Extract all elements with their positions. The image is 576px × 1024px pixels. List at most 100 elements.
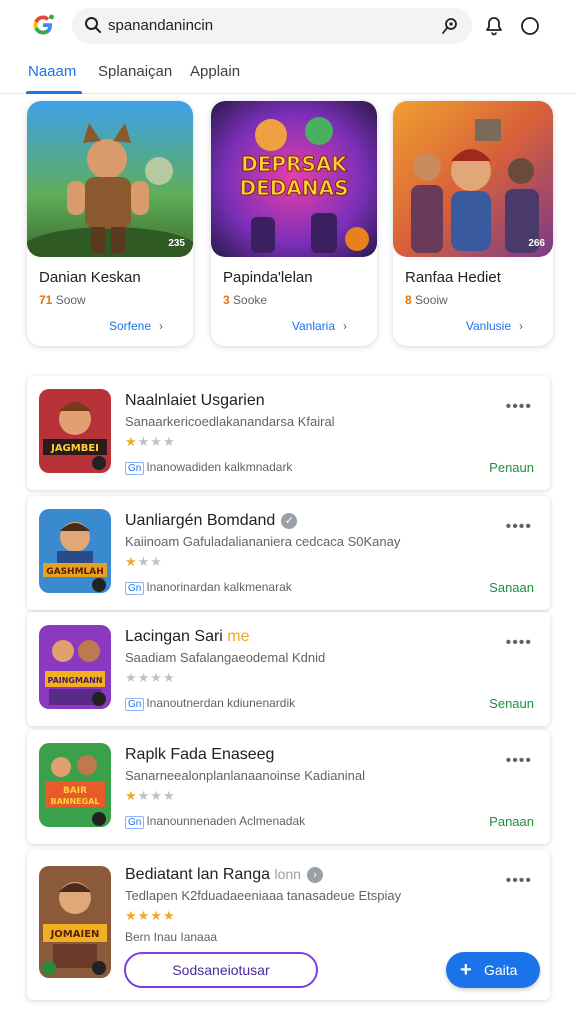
card-link[interactable]: Sorfene (109, 319, 151, 333)
more-options-icon[interactable]: •••• (506, 398, 532, 416)
card-meta-text: Soow (55, 293, 86, 307)
app-icon: GASHMLAH (39, 509, 111, 593)
app-tags: Gn Inanowadiden kalkmnadark (125, 460, 292, 475)
app-description: Tedlapen K2fduadaeeniaaa tanasadeue Etsp… (125, 888, 402, 903)
list-item[interactable]: BAIR BANNEGAL Raplk Fada Enaseeg Sanarnee… (27, 730, 550, 844)
notification-bell-icon[interactable] (484, 16, 504, 36)
app-name-text: Uanliargén Bomdand (125, 512, 276, 529)
top-bar: spanandanincin (0, 0, 576, 52)
featured-card-3[interactable]: 266 Ranfaa Hediet 8 Sooiw Vanlusie › (393, 101, 553, 346)
app-icon: JAGMBEI (39, 389, 111, 473)
app-name-text: Lacingan Sari (125, 628, 223, 645)
lens-icon[interactable] (440, 16, 460, 36)
app-icon: BAIR BANNEGAL (39, 743, 111, 827)
featured-thumbnail: 235 (27, 101, 193, 257)
list-item[interactable]: PAINGMANN Lacingan Sari me Saadiam Safal… (27, 612, 550, 726)
more-options-icon[interactable]: •••• (506, 872, 532, 890)
featured-card-1[interactable]: 235 Danian Keskan 71 Soow Sorfene › (27, 101, 193, 346)
search-icon (85, 17, 101, 33)
card-badge: 266 (528, 238, 545, 249)
card-link[interactable]: Vanlusie (466, 319, 511, 333)
svg-text:DEDANAS: DEDANAS (240, 176, 349, 200)
account-circle-icon[interactable] (520, 16, 540, 36)
plus-icon: + (460, 959, 472, 981)
card-rank: 71 (39, 293, 53, 307)
active-tab-indicator (26, 91, 82, 94)
card-meta: 71 Soow (39, 293, 86, 307)
app-name: Bediatant lan Ranga lonn › (125, 866, 323, 884)
card-rank: 8 (405, 293, 412, 307)
search-input[interactable]: spanandanincin (108, 17, 213, 34)
tag-chip: Gn (125, 462, 145, 475)
star-rating: ★★★★ (125, 434, 176, 449)
app-description: Kaiinoam Gafuladaliananiera cedcaca S0Ka… (125, 534, 401, 549)
tag-chip: Gn (125, 582, 145, 595)
card-meta-text: Sooiw (415, 293, 448, 307)
featured-thumbnail: DEPRSAK DEDANAS (211, 101, 377, 257)
tag-text: Bern Inau Ianaaa (125, 930, 218, 944)
star-rating: ★★★★ (125, 788, 176, 803)
card-badge: 235 (168, 238, 185, 249)
app-description: Sanaarkericoedlakanandarsa Kfairal (125, 414, 335, 429)
tag-chip: Gn (125, 698, 145, 711)
featured-card-2[interactable]: DEPRSAK DEDANAS Papinda'lelan 3 Sooke Va… (211, 101, 377, 346)
more-options-icon[interactable]: •••• (506, 518, 532, 536)
app-tags: Gn Inanounnenaden Aclmenadak (125, 814, 305, 829)
svg-text:GASHMLAH: GASHMLAH (46, 567, 104, 577)
tag-text: Inanorinardan kalkmenarak (146, 580, 292, 594)
app-name: Naalnlaiet Usgarien (125, 392, 265, 409)
tag-chip: Gn (125, 816, 145, 829)
tab-2[interactable]: Splanaiçan (98, 63, 172, 80)
card-title: Papinda'lelan (223, 269, 313, 286)
status-label[interactable]: Panaan (489, 814, 534, 829)
outline-action-button[interactable]: Sodsaneiotusar (124, 952, 318, 988)
svg-text:PAINGMANN: PAINGMANN (47, 676, 102, 685)
app-description: Sanarneealonplanlanaanoinse Kadianinal (125, 768, 365, 783)
app-name: Raplk Fada Enaseeg (125, 746, 275, 763)
more-options-icon[interactable]: •••• (506, 752, 532, 770)
app-name: Uanliargén Bomdand ✓ (125, 512, 298, 530)
chevron-right-icon: › (519, 319, 523, 333)
more-options-icon[interactable]: •••• (506, 634, 532, 652)
star-rating: ★★★★ (125, 908, 176, 923)
status-label[interactable]: Senaun (489, 696, 534, 711)
search-bar[interactable]: spanandanincin (72, 8, 472, 44)
card-meta: 3 Sooke (223, 293, 267, 307)
verified-badge-icon: › (306, 867, 323, 883)
list-item[interactable]: JAGMBEI Naalnlaiet Usgarien Sanaarkerico… (27, 376, 550, 490)
tag-text: Inanoutnerdan kdiunenardik (146, 696, 296, 710)
svg-text:JAGMBEI: JAGMBEI (50, 443, 99, 454)
card-rank: 3 (223, 293, 230, 307)
add-button-label: Gaita (484, 962, 518, 978)
verified-badge-icon: ✓ (281, 513, 298, 529)
star-rating: ★★★ (125, 554, 163, 569)
svg-text:BAIR: BAIR (63, 786, 87, 796)
app-name-accent: me (227, 628, 250, 645)
app-name-text: Bediatant lan Ranga (125, 866, 270, 883)
app-name-suffix: lonn (274, 866, 301, 882)
featured-thumbnail: 266 (393, 101, 553, 257)
google-logo-icon[interactable] (30, 12, 56, 38)
list-item[interactable]: GASHMLAH Uanliargén Bomdand ✓ Kaiinoam Ga… (27, 496, 550, 610)
status-label[interactable]: Sanaan (489, 580, 534, 595)
status-label[interactable]: Penaun (489, 460, 534, 475)
chevron-right-icon: › (343, 319, 347, 333)
tab-1[interactable]: Naaam (28, 63, 76, 80)
svg-text:JOMAIEN: JOMAIEN (50, 929, 100, 940)
tag-text: Inanounnenaden Aclmenadak (146, 814, 306, 828)
star-rating: ★★★★ (125, 670, 176, 685)
chevron-right-icon: › (159, 319, 163, 333)
add-button[interactable]: + Gaita (446, 952, 540, 988)
tab-3[interactable]: Applain (190, 63, 240, 80)
app-description: Saadiam Safalangaeodemal Kdnid (125, 650, 326, 665)
app-tags: Gn Inanoutnerdan kdiunenardik (125, 696, 295, 711)
app-tags: Gn Inanorinardan kalkmenarak (125, 580, 292, 595)
svg-text:BANNEGAL: BANNEGAL (51, 797, 100, 806)
card-meta-text: Sooke (233, 293, 268, 307)
card-title: Ranfaa Hediet (405, 269, 501, 286)
card-meta: 8 Sooiw (405, 293, 448, 307)
app-tags: Bern Inau Ianaaa (125, 930, 217, 944)
card-link[interactable]: Vanlaria (292, 319, 335, 333)
tab-bar: Naaam Splanaiçan Applain (0, 56, 576, 94)
app-icon: JOMAIEN (39, 866, 111, 978)
